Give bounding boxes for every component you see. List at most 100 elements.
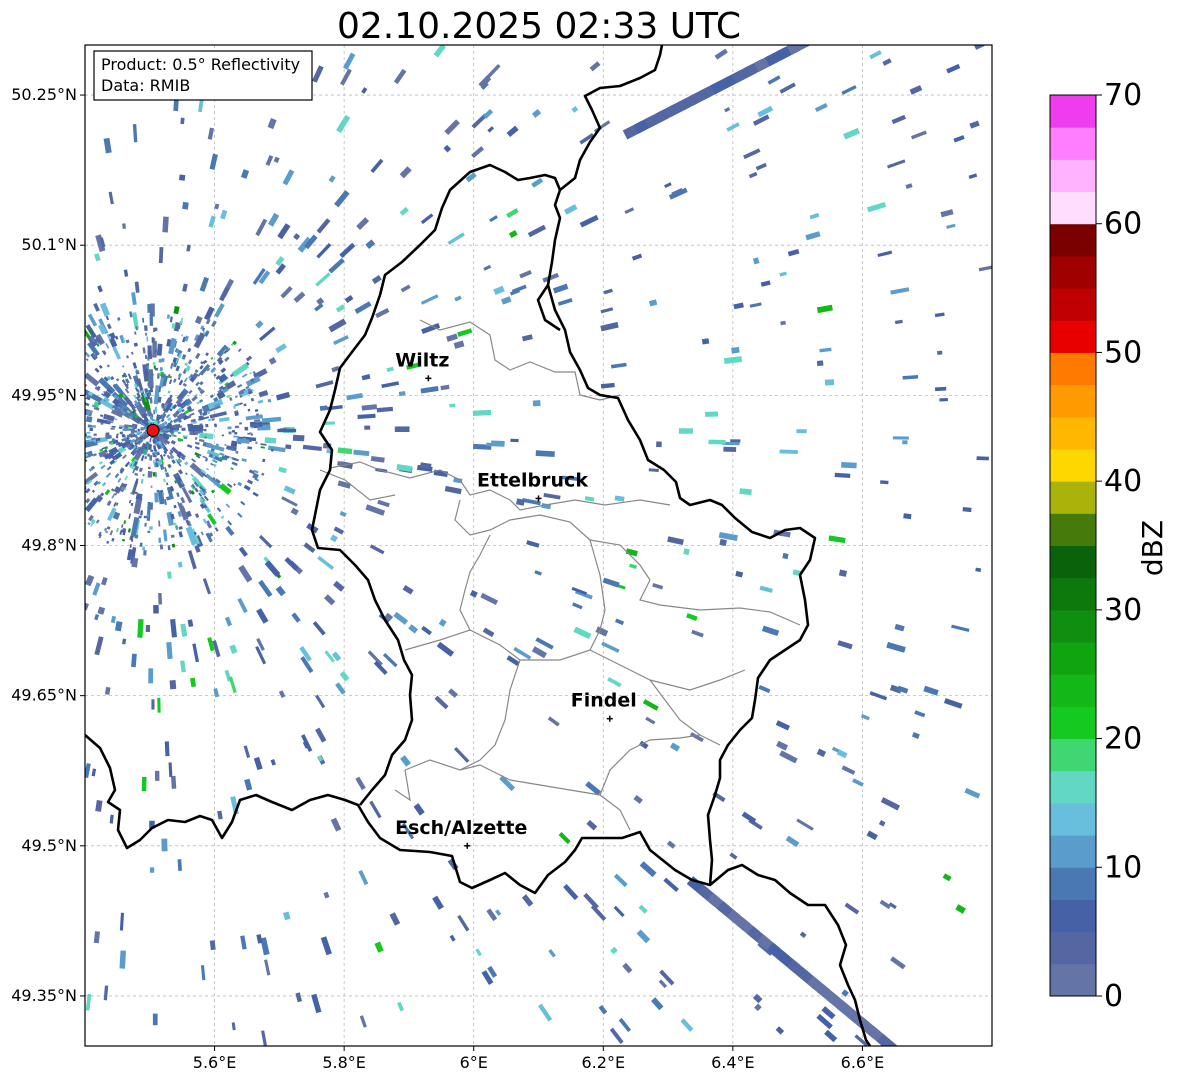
echo-pixel [151,337,154,343]
colorbar-segment [1050,802,1096,836]
echo-pixel [976,456,989,461]
lat-tick-label: 50.1°N [21,235,77,254]
echo-pixel [277,428,297,433]
echo-pixel [153,365,156,369]
echo-pixel [157,373,160,379]
echo-pixel [161,374,165,378]
echo-pixel [159,367,163,372]
colorbar-segment [1050,899,1096,933]
echo-pixel [144,325,148,332]
echo-pixel [85,415,93,423]
echo-pixel [149,526,153,530]
colorbar-segment [1050,159,1096,193]
echo-pixel [705,411,719,417]
echo-pixel [143,550,147,556]
echo-pixel [939,398,948,402]
echo-pixel [962,506,972,513]
city-label: Wiltz [395,349,449,371]
echo-pixel [105,434,110,439]
echo-pixel [152,1013,158,1026]
colorbar-segment [1050,191,1096,225]
colorbar-segment [1050,127,1096,160]
colorbar-segment [1050,95,1096,128]
echo-pixel [89,427,93,432]
echo-pixel [182,201,189,210]
echo-pixel [130,431,135,435]
echo-pixel [255,441,258,445]
echo-pixel [234,425,240,429]
colorbar-segment [1050,223,1096,257]
colorbar-segment [1050,642,1096,675]
lat-tick-label: 49.5°N [21,836,77,855]
echo-pixel [242,437,247,441]
echo-pixel [156,343,163,356]
colorbar-segment [1050,448,1096,482]
echo-pixel [723,446,737,453]
colorbar-tick-label: 0 [1104,979,1123,1014]
echo-pixel [111,425,116,428]
colorbar-tick-label: 10 [1104,850,1142,885]
echo-pixel [364,425,371,430]
echo-pixel [244,426,249,431]
echo-pixel [194,426,201,430]
echo-pixel [118,426,123,429]
echo-pixel [152,362,156,365]
colorbar-tick-label: 70 [1104,78,1142,113]
echo-pixel [205,423,209,428]
echo-pixel [155,458,159,462]
colorbar-segment [1050,352,1096,386]
echo-pixel [86,435,91,439]
echo-pixel [154,327,158,332]
echo-pixel [158,247,164,264]
echo-pixel [147,304,152,313]
info-data-source: Data: RMIB [101,76,190,95]
echo-pixel [221,434,224,437]
colorbar-segment [1050,513,1096,546]
colorbar-segment [1050,738,1096,772]
echo-pixel [153,605,159,614]
echo-pixel [239,422,242,425]
echo-pixel [154,406,158,413]
echo-pixel [154,492,159,503]
echo-pixel [146,363,150,367]
echo-pixel [93,433,97,436]
echo-pixel [169,679,177,690]
echo-pixel [270,448,274,452]
echo-pixel [656,441,662,448]
echo-pixel [841,462,857,469]
colorbar-segment [1050,674,1096,707]
echo-pixel [708,439,726,445]
echo-pixel [142,546,146,551]
echo-pixel [100,422,104,425]
colorbar-segment [1050,288,1096,321]
echo-pixel [153,459,155,465]
echo-pixel [170,430,174,434]
colorbar-tick-label: 60 [1104,207,1142,242]
echo-pixel [144,522,147,527]
colorbar: 0 10 20 30 40 50 60 70 [1049,78,1142,1014]
echo-pixel [145,332,148,336]
echo-pixel [140,428,144,431]
lon-tick-label: 5.8°E [322,1053,366,1072]
echo-pixel [204,436,207,439]
echo-pixel [123,428,129,431]
echo-pixel [394,426,410,433]
echo-pixel [154,349,157,353]
echo-pixel [247,432,251,435]
colorbar-label: dBZ [1136,520,1169,576]
colorbar-segment [1050,609,1096,643]
echo-pixel [903,513,912,520]
city-label: Esch/Alzette [395,817,527,839]
echo-pixel [147,350,151,356]
lat-tick-label: 49.8°N [21,536,77,555]
echo-pixel [154,770,160,781]
echo-pixel [156,489,159,493]
echo-pixel [158,537,162,543]
echo-pixel [149,867,155,873]
echo-pixel [180,117,185,125]
colorbar-segment [1050,384,1096,418]
echo-pixel [86,431,91,434]
echo-pixel [149,455,153,461]
echo-pixel [193,431,197,434]
echo-pixel [141,776,147,792]
